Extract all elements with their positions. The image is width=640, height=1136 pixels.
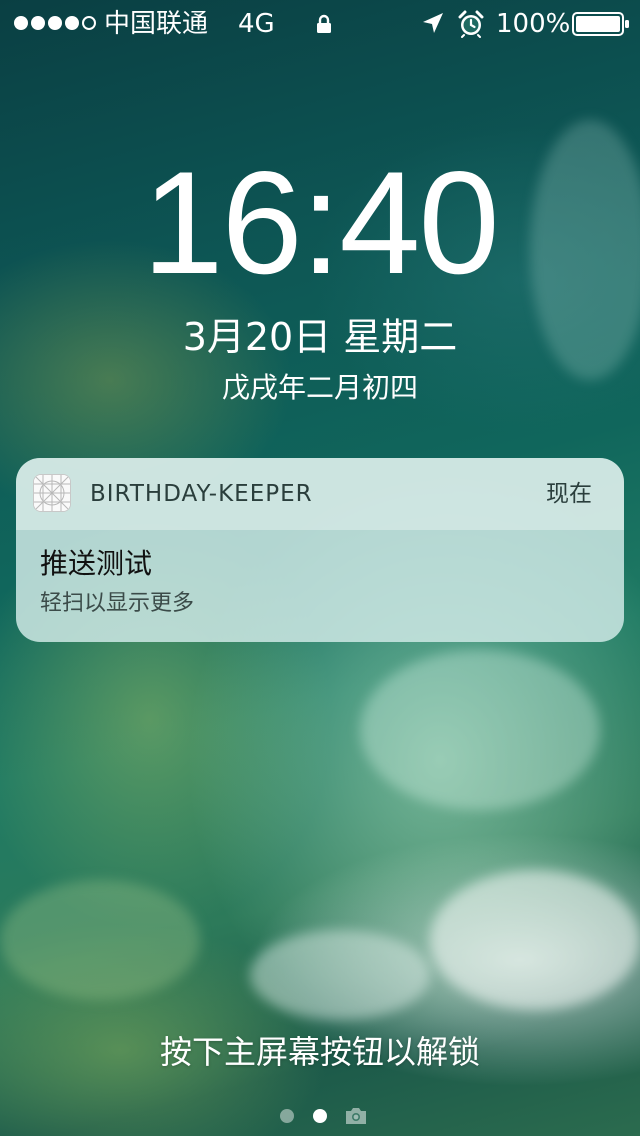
page-dot-widgets[interactable] [280, 1109, 294, 1123]
network-type: 4G [238, 9, 275, 39]
lock-screen-lunar-date: 戊戌年二月初四 [221, 371, 418, 404]
wallpaper-foam [0, 880, 200, 1000]
carrier-name: 中国联通 [104, 9, 209, 39]
app-icon [33, 474, 71, 512]
signal-strength-indicator [14, 16, 96, 30]
notification-app-name: BIRTHDAY-KEEPER [90, 481, 313, 507]
location-arrow-icon [423, 13, 443, 33]
page-indicator[interactable] [270, 1102, 370, 1130]
signal-dot [14, 16, 28, 30]
page-dot-lock[interactable] [313, 1109, 327, 1123]
notification-card[interactable]: BIRTHDAY-KEEPER 现在 推送测试 轻扫以显示更多 [16, 458, 624, 642]
lock-screen-time: 16:40 [142, 141, 499, 304]
notification-time: 现在 [546, 481, 592, 507]
wallpaper-foam [250, 930, 430, 1020]
signal-dot [82, 16, 96, 30]
signal-dot [31, 16, 45, 30]
alarm-clock-icon [458, 10, 484, 38]
camera-icon[interactable] [344, 1106, 368, 1126]
notification-body: 轻扫以显示更多 [40, 591, 195, 616]
lock-screen: 中国联通 4G 100% 16:40 3月20日 星期二 戊戌年二月初四 BIR… [0, 0, 640, 1136]
notification-title: 推送测试 [40, 547, 153, 580]
wallpaper-foam [360, 650, 600, 810]
wallpaper-foam [430, 870, 640, 1010]
unlock-hint: 按下主屏幕按钮以解锁 [159, 1033, 480, 1071]
battery-icon [572, 12, 629, 36]
battery-percentage: 100% [496, 9, 571, 39]
status-bar: 中国联通 4G 100% [0, 0, 640, 48]
lock-icon [317, 14, 331, 33]
signal-dot [48, 16, 62, 30]
lock-screen-date: 3月20日 星期二 [182, 315, 458, 359]
notification-header: BIRTHDAY-KEEPER 现在 [16, 458, 624, 530]
signal-dot [65, 16, 79, 30]
grid-pattern-icon [34, 475, 70, 511]
